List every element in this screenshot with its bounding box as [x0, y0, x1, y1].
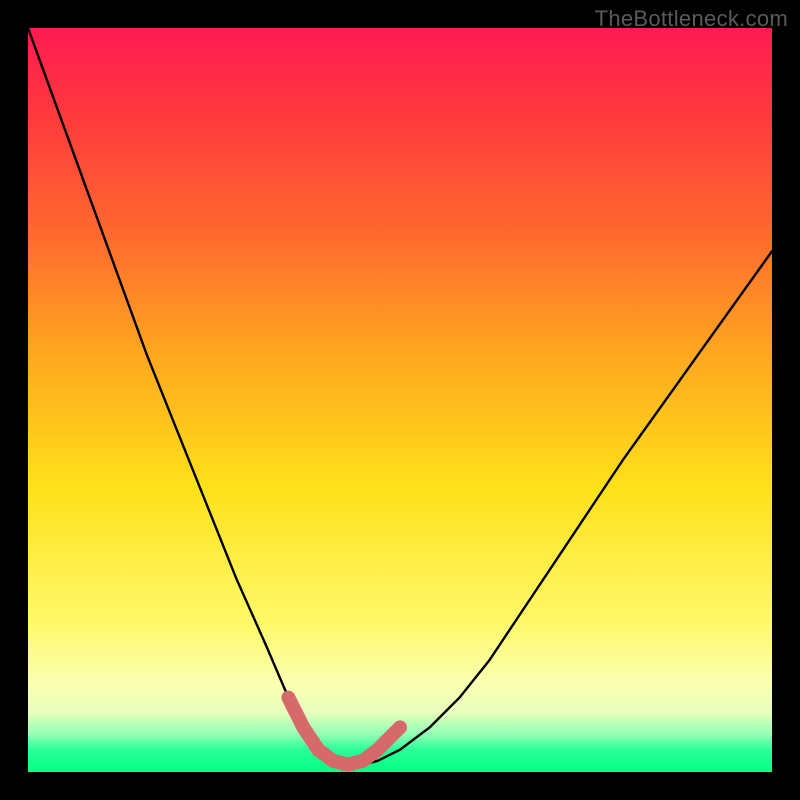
optimal-range-highlight	[288, 698, 400, 765]
plot-area	[28, 28, 772, 772]
watermark-text: TheBottleneck.com	[595, 6, 788, 32]
chart-container: TheBottleneck.com	[0, 0, 800, 800]
bottleneck-curve	[28, 28, 772, 765]
curve-layer	[28, 28, 772, 772]
